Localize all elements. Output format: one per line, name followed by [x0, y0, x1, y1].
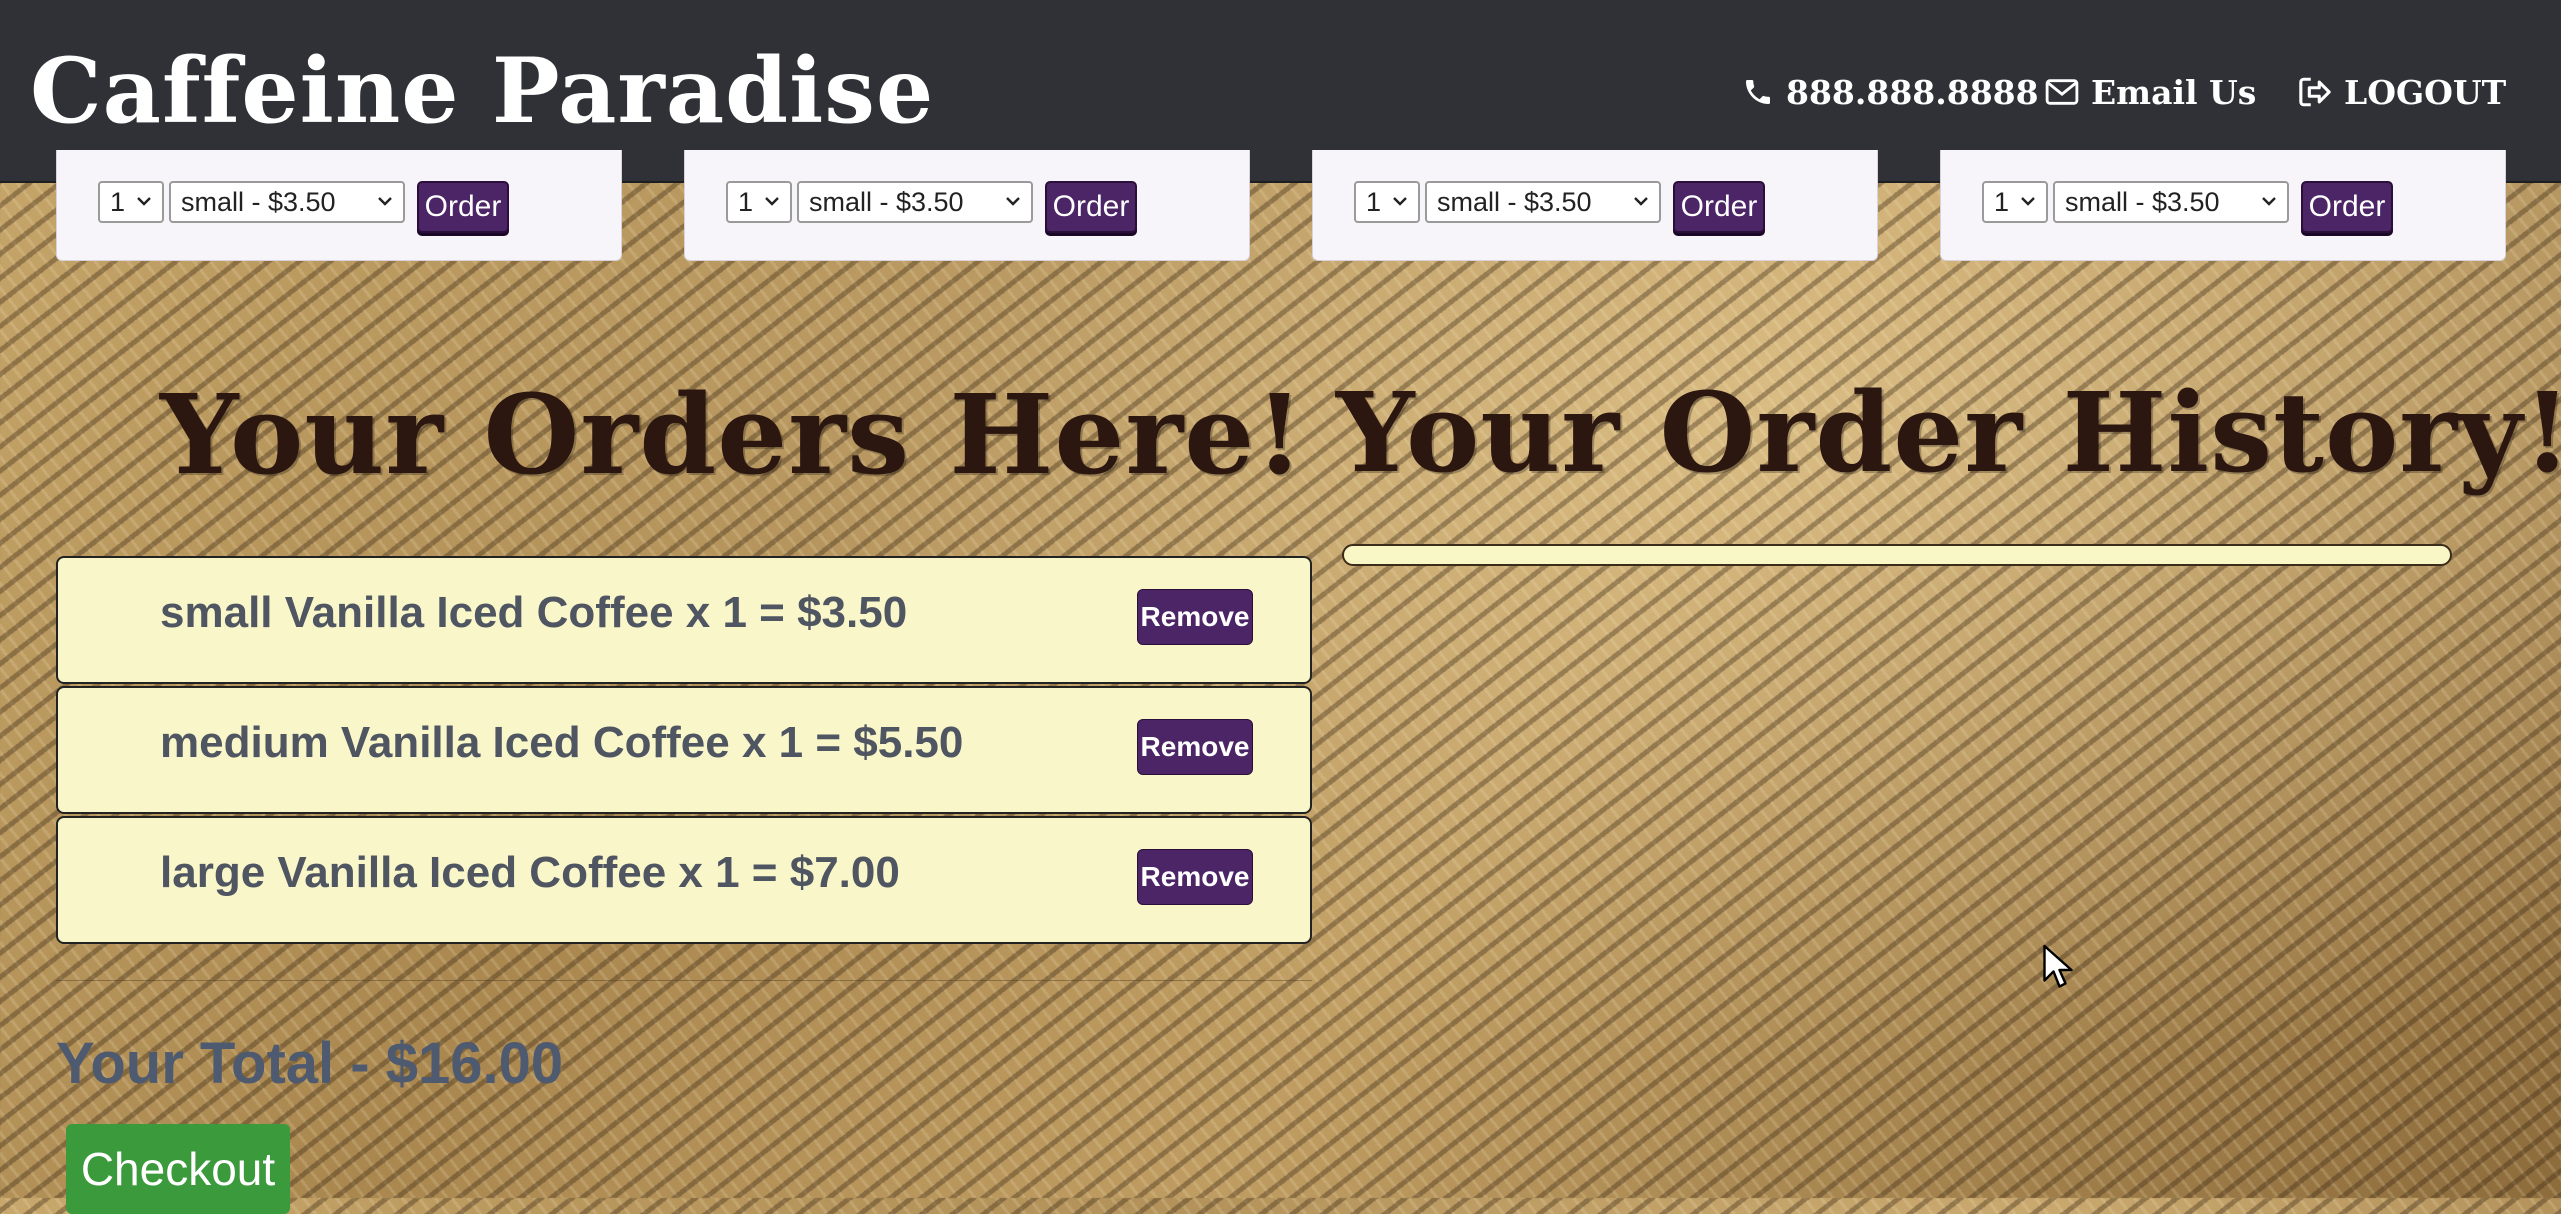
size-value: small - $3.50: [1437, 186, 1592, 217]
chevron-down-icon: [378, 197, 392, 206]
order-item: medium Vanilla Iced Coffee x 1 = $5.50 R…: [56, 686, 1312, 814]
quantity-select[interactable]: 1: [726, 181, 792, 223]
size-select[interactable]: small - $3.50: [2053, 181, 2289, 223]
order-button[interactable]: Order: [2301, 181, 2393, 233]
chevron-down-icon: [765, 197, 779, 206]
remove-button[interactable]: Remove: [1137, 849, 1253, 905]
order-total: Your Total - $16.00: [56, 1031, 564, 1096]
product-card: 1 small - $3.50 Order: [1312, 150, 1878, 261]
order-history-list: [1342, 544, 2452, 566]
email-label: Email Us: [2091, 72, 2257, 112]
quantity-select[interactable]: 1: [98, 181, 164, 223]
order-button[interactable]: Order: [1673, 181, 1765, 233]
order-item: large Vanilla Iced Coffee x 1 = $7.00 Re…: [56, 816, 1312, 944]
order-button[interactable]: Order: [417, 181, 509, 233]
logout-link[interactable]: LOGOUT: [2298, 67, 2506, 117]
chevron-down-icon: [2021, 197, 2035, 206]
quantity-select[interactable]: 1: [1982, 181, 2048, 223]
product-card: 1 small - $3.50 Order: [1940, 150, 2506, 261]
envelope-icon: [2045, 79, 2079, 105]
checkout-button[interactable]: Checkout: [66, 1124, 290, 1214]
remove-button[interactable]: Remove: [1137, 719, 1253, 775]
remove-button[interactable]: Remove: [1137, 589, 1253, 645]
divider: [56, 980, 1312, 981]
order-item-text: large Vanilla Iced Coffee x 1 = $7.00: [160, 848, 900, 897]
chevron-down-icon: [137, 197, 151, 206]
size-select[interactable]: small - $3.50: [797, 181, 1033, 223]
quantity-value: 1: [738, 186, 754, 217]
phone-link[interactable]: 888.888.8888: [1742, 67, 2039, 117]
chevron-down-icon: [1634, 197, 1648, 206]
quantity-value: 1: [110, 186, 126, 217]
chevron-down-icon: [1393, 197, 1407, 206]
quantity-select[interactable]: 1: [1354, 181, 1420, 223]
product-card: 1 small - $3.50 Order: [56, 150, 622, 261]
quantity-value: 1: [1366, 186, 1382, 217]
quantity-value: 1: [1994, 186, 2010, 217]
product-card: 1 small - $3.50 Order: [684, 150, 1250, 261]
phone-label: 888.888.8888: [1786, 72, 2039, 112]
chevron-down-icon: [2262, 197, 2276, 206]
order-button[interactable]: Order: [1045, 181, 1137, 233]
logout-icon: [2299, 77, 2331, 107]
size-value: small - $3.50: [809, 186, 964, 217]
mouse-cursor-icon: [2043, 944, 2073, 988]
chevron-down-icon: [1006, 197, 1020, 206]
size-select[interactable]: small - $3.50: [169, 181, 405, 223]
size-value: small - $3.50: [2065, 186, 2220, 217]
order-item-text: medium Vanilla Iced Coffee x 1 = $5.50: [160, 718, 964, 767]
orders-heading: Your Orders Here!: [160, 370, 1305, 499]
brand-logo[interactable]: Caffeine Paradise: [30, 38, 934, 144]
size-value: small - $3.50: [181, 186, 336, 217]
email-link[interactable]: Email Us: [2045, 67, 2256, 117]
order-item-text: small Vanilla Iced Coffee x 1 = $3.50: [160, 588, 908, 637]
order-history-heading: Your Order History!: [1336, 368, 2561, 497]
phone-icon: [1746, 80, 1770, 104]
size-select[interactable]: small - $3.50: [1425, 181, 1661, 223]
order-item: small Vanilla Iced Coffee x 1 = $3.50 Re…: [56, 556, 1312, 684]
logout-label: LOGOUT: [2344, 72, 2507, 112]
